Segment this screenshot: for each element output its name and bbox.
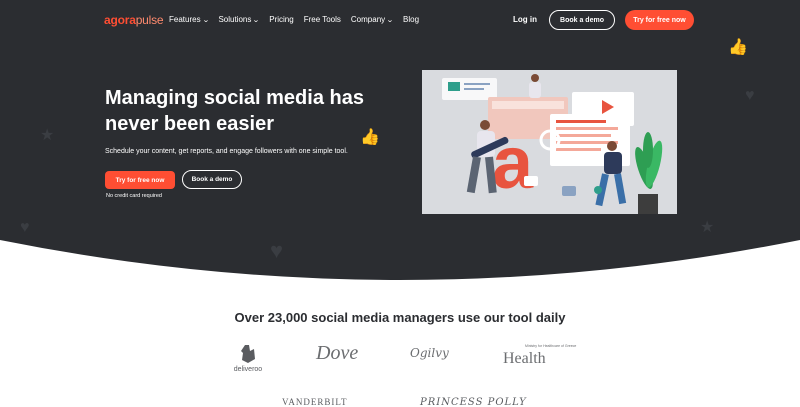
book-demo-nav-button[interactable]: Book a demo <box>549 10 615 30</box>
nav-item-solutions[interactable]: Solutions ⌄ <box>218 15 261 24</box>
agorapulse-logo[interactable]: agorapulse <box>104 13 164 27</box>
hero-subtext: Schedule your content, get reports, and … <box>105 148 348 155</box>
top-nav: agorapulse Features ⌄ Solutions ⌄ Pricing … <box>0 0 800 40</box>
no-credit-card-note: No credit card required <box>106 193 162 199</box>
vanderbilt-logo: VANDERBILT <box>282 397 348 407</box>
hero-section: 👍 ♥ ♥ ★ 👍 ★ ♥ agorapulse Features ⌄ Solut… <box>0 0 800 285</box>
svg-text:a: a <box>492 121 534 204</box>
heart-icon: ♥ <box>745 87 755 104</box>
nav-item-free-tools[interactable]: Free Tools <box>304 15 341 24</box>
nav-item-label: Free Tools <box>303 15 341 24</box>
deliveroo-logo-text: deliveroo <box>233 366 263 373</box>
logo-secondary-text: pulse <box>135 13 164 27</box>
nav-item-blog[interactable]: Blog <box>403 15 419 24</box>
logo-primary-text: agora <box>104 13 136 27</box>
star-icon: ★ <box>40 127 55 144</box>
health-ministry-small-text: Ministry for Healthcare of Greece <box>525 344 577 348</box>
ogilvy-logo: Ogilvy <box>410 346 449 360</box>
health-ministry-logo: Ministry for Healthcare of Greece Health <box>503 344 576 368</box>
dove-logo: Dove <box>316 342 359 364</box>
hero-curve-divider <box>0 240 800 285</box>
chevron-down-icon: ⌄ <box>386 16 394 24</box>
try-free-button[interactable]: Try for free now <box>105 171 175 189</box>
nav-item-label: Solutions <box>218 15 252 24</box>
book-demo-button[interactable]: Book a demo <box>182 170 242 189</box>
chevron-down-icon: ⌄ <box>201 16 210 24</box>
illustration-svg: a <box>442 74 663 214</box>
nav-item-pricing[interactable]: Pricing <box>269 15 293 24</box>
nav-item-label: Company <box>350 15 386 24</box>
hero-headline: Managing social media has never been eas… <box>105 87 364 135</box>
kangaroo-icon <box>241 345 255 363</box>
nav-item-label: Pricing <box>269 15 294 24</box>
health-logo-text: Health <box>503 350 546 367</box>
nav-item-company[interactable]: Company ⌄ <box>350 15 394 24</box>
nav-links: Features ⌄ Solutions ⌄ Pricing Free Tools … <box>169 15 419 24</box>
nav-item-features[interactable]: Features ⌄ <box>169 15 210 24</box>
nav-item-label: Blog <box>403 15 420 24</box>
hero-illustration: a <box>422 70 677 214</box>
login-link[interactable]: Log in <box>513 15 537 24</box>
princess-polly-logo: PRINCESS POLLY <box>420 397 527 407</box>
social-proof-heading: Over 23,000 social media managers use ou… <box>234 310 566 325</box>
thumbs-up-icon: 👍 <box>728 39 748 56</box>
try-free-nav-button[interactable]: Try for free now <box>625 10 694 30</box>
deliveroo-logo: deliveroo <box>228 345 268 373</box>
chevron-down-icon: ⌄ <box>252 16 261 24</box>
nav-item-label: Features <box>169 15 201 24</box>
